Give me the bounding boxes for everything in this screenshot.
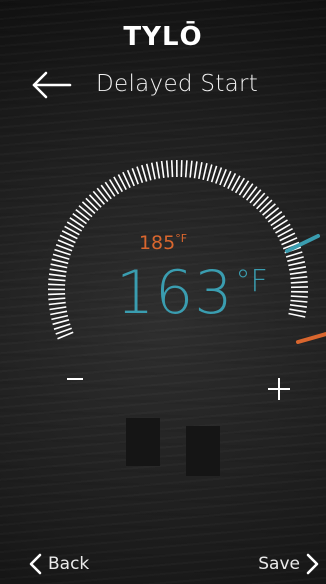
back-button[interactable]: Back — [28, 551, 89, 577]
dial-tick — [245, 186, 258, 201]
dial-tick — [50, 310, 68, 316]
dial-tick — [252, 192, 266, 207]
save-button-label: Save — [258, 554, 300, 574]
dial-tick — [290, 299, 308, 303]
plus-icon[interactable] — [264, 374, 294, 404]
dial-tick — [259, 199, 273, 213]
dial-tick — [290, 281, 308, 284]
dial-tick — [262, 203, 276, 216]
dial-tick — [290, 295, 308, 298]
dial-tick — [48, 278, 66, 282]
dial-tick — [267, 211, 283, 223]
dial-tick — [193, 161, 198, 179]
dial-tick — [202, 163, 208, 180]
dial-tick — [48, 301, 66, 306]
dial-tick — [100, 184, 112, 200]
dial-tick — [48, 293, 66, 296]
dial-tick — [48, 283, 66, 286]
dial-tick — [215, 167, 223, 184]
dial-tick — [264, 207, 280, 220]
dial-tick — [72, 213, 87, 225]
dial-tick — [198, 162, 203, 180]
dial-tick — [150, 162, 156, 180]
target-temp-marker — [296, 332, 326, 344]
save-button[interactable]: Save — [258, 551, 320, 577]
current-temp-value: 163 — [116, 258, 234, 328]
target-temperature: 185°F — [0, 232, 326, 254]
dial-tick — [288, 261, 306, 267]
background-block — [186, 426, 220, 476]
dial-tick — [289, 304, 308, 308]
dial-tick — [288, 312, 306, 318]
dial-tick — [210, 165, 218, 183]
dial-tick — [256, 196, 269, 210]
dial-tick — [160, 160, 165, 179]
background-block — [126, 418, 160, 466]
dial-tick — [50, 263, 68, 269]
dial-tick — [141, 164, 148, 182]
dial-tick — [52, 319, 70, 326]
dial-tick — [249, 189, 262, 204]
dial-tick — [289, 266, 307, 271]
dial-tick — [49, 306, 67, 311]
dial-tick — [155, 161, 161, 179]
dial-tick — [78, 205, 93, 218]
target-temp-unit: °F — [175, 232, 188, 245]
current-temp-unit: °F — [235, 264, 268, 299]
dial-tick — [136, 166, 144, 184]
dial-tick — [92, 190, 106, 205]
dial-tick — [290, 276, 308, 280]
chevron-right-icon — [306, 553, 319, 575]
chevron-left-icon — [29, 553, 42, 575]
dial-tick — [51, 314, 69, 321]
target-temp-value: 185 — [138, 232, 176, 254]
dial-tick — [184, 160, 188, 178]
dial-tick — [289, 271, 307, 275]
dial-tick — [85, 197, 99, 211]
dial-tick — [206, 164, 213, 182]
dial-tick — [189, 160, 193, 178]
dial-tick — [51, 258, 69, 265]
dial-tick — [88, 194, 102, 208]
dial-tick — [52, 253, 70, 260]
dial-tick — [49, 268, 67, 273]
dial-tick — [75, 208, 90, 221]
dial-tick — [180, 160, 183, 178]
dial-tick — [287, 256, 304, 262]
dial-tick — [96, 187, 109, 202]
dial-tick — [170, 160, 174, 178]
dial-tick — [145, 163, 152, 181]
dial-tick — [48, 273, 66, 278]
dial-tick — [53, 323, 71, 330]
dial-tick — [48, 297, 66, 301]
dial-tick — [165, 160, 169, 178]
minus-icon[interactable] — [64, 368, 86, 390]
dial-tick — [289, 308, 307, 313]
back-button-label: Back — [48, 554, 90, 574]
dial-tick — [81, 201, 96, 214]
current-temperature: 163°F — [116, 258, 268, 328]
